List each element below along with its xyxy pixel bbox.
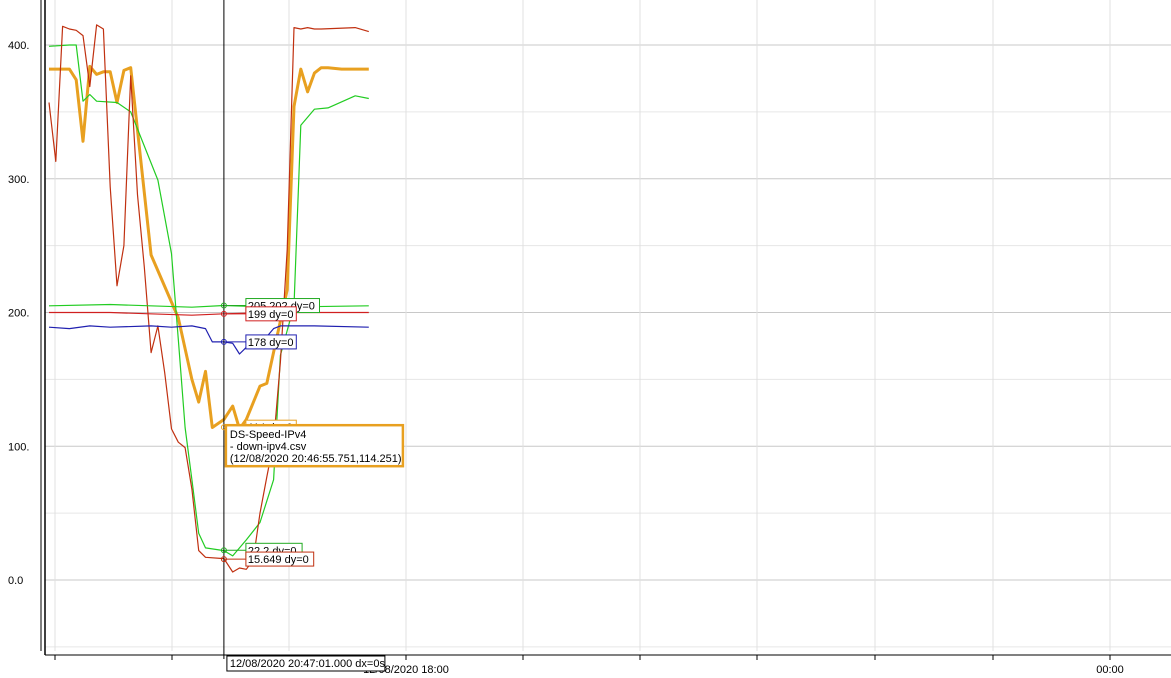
tooltip-line: (12/08/2020 20:46:55.751,114.251) [230, 453, 402, 465]
line-chart: 0.0 100. 200. 300. 400. 12/08/2020 18:00 00:0… [8, 0, 1171, 676]
series-line-2 [48, 44, 369, 557]
cursor-label: 12/08/2020 20:47:01.000 dx=0s [230, 658, 386, 670]
value-label: 15.649 dy=0 [248, 554, 309, 566]
y-tick-label: 200. [8, 308, 29, 320]
y-tick-label: 300. [8, 174, 29, 186]
series-group [48, 24, 369, 573]
series-line-4 [48, 303, 369, 308]
y-axis-ticks: 0.0 100. 200. 300. 400. [8, 40, 29, 587]
tooltip-group: DS-Speed-IPv4- down-ipv4.csv(12/08/2020 … [224, 423, 405, 468]
series-line-3 [48, 24, 369, 573]
grid [45, 0, 1171, 651]
x-tick-label: 00:00 [1096, 664, 1124, 676]
y-tick-label: 100. [8, 441, 29, 453]
y-tick-label: 400. [8, 40, 29, 52]
x-axis-ticks: 12/08/2020 18:00 00:00 [363, 664, 1124, 676]
value-label: 178 dy=0 [248, 337, 294, 349]
axes [40, 0, 1171, 660]
tooltip-line: - down-ipv4.csv [230, 441, 307, 453]
series-line-1 [49, 64, 369, 431]
tooltip-line: DS-Speed-IPv4 [230, 429, 306, 441]
series-line-6 [48, 325, 369, 355]
y-tick-label: 0.0 [8, 575, 23, 587]
value-label: 199 dy=0 [248, 309, 294, 321]
